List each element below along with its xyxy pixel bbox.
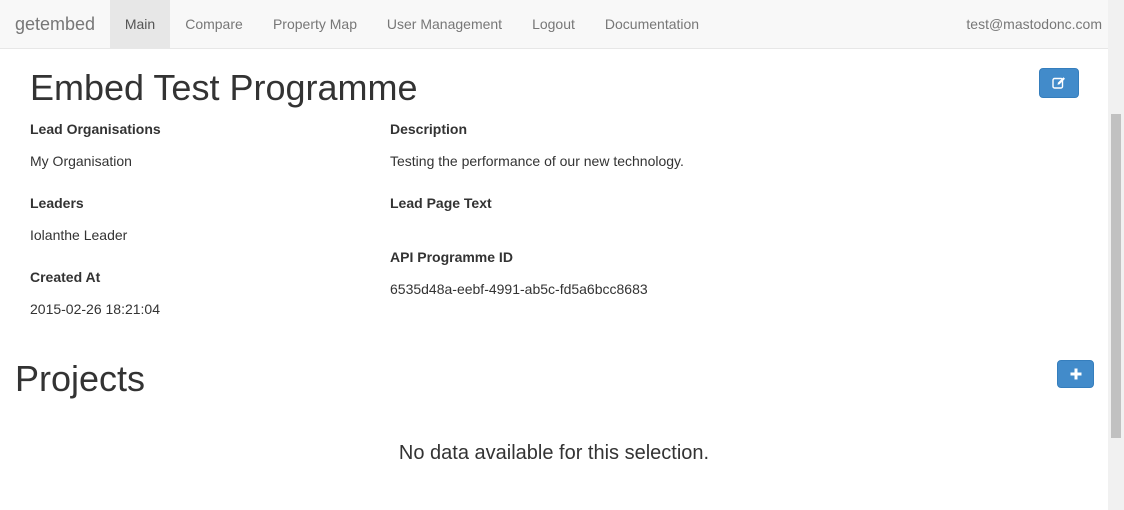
edit-icon (1052, 77, 1065, 89)
empty-state-message: No data available for this selection. (398, 442, 710, 464)
scrollbar-thumb[interactable] (1111, 114, 1121, 438)
nav-documentation[interactable]: Documentation (590, 0, 714, 49)
nav-main[interactable]: Main (110, 0, 170, 49)
lead-orgs-value: My Organisation (30, 153, 132, 169)
lead-page-text-label: Lead Page Text (390, 195, 492, 211)
page-title: Embed Test Programme (30, 67, 418, 108)
projects-title: Projects (15, 358, 146, 399)
api-programme-id-label: API Programme ID (390, 249, 513, 265)
plus-icon (1070, 368, 1081, 380)
nav-compare[interactable]: Compare (170, 0, 258, 49)
leaders-label: Leaders (30, 195, 84, 211)
nav-logout[interactable]: Logout (517, 0, 590, 49)
created-at-label: Created At (30, 269, 101, 285)
brand-link[interactable]: getembed (15, 0, 95, 49)
add-project-button[interactable] (1057, 360, 1094, 388)
nav-user-management[interactable]: User Management (372, 0, 517, 49)
created-at-value: 2015-02-26 18:21:04 (30, 301, 160, 317)
top-navbar: getembed Main Compare Property Map User … (0, 0, 1108, 49)
vertical-scrollbar[interactable] (1108, 0, 1124, 510)
edit-button[interactable] (1039, 68, 1079, 98)
description-label: Description (390, 121, 468, 137)
user-email-link[interactable]: test@mastodonc.com (966, 0, 1102, 49)
nav-property-map[interactable]: Property Map (258, 0, 372, 49)
description-value: Testing the performance of our new techn… (390, 153, 684, 169)
lead-orgs-label: Lead Organisations (30, 121, 161, 137)
api-programme-id-value: 6535d48a-eebf-4991-ab5c-fd5a6bcc8683 (390, 281, 648, 297)
leaders-value: Iolanthe Leader (30, 227, 128, 243)
